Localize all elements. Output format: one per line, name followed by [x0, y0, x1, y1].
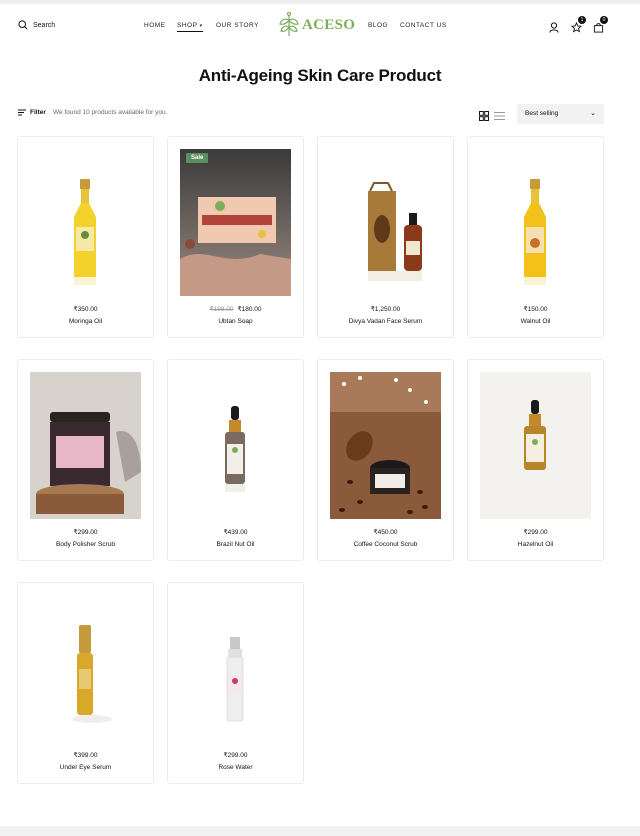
product-card-walnut-oil[interactable]: ₹150.00 Walnut Oil: [467, 136, 604, 338]
nav-blog[interactable]: BLOG: [368, 22, 388, 29]
cart-button[interactable]: 0: [593, 16, 608, 38]
sort-select[interactable]: Best selling ⌄: [517, 104, 604, 124]
price-old: ₹198.00: [209, 306, 234, 313]
leaf-logo-icon: [279, 12, 299, 37]
product-name: Rose Water: [218, 764, 253, 771]
account-button[interactable]: [549, 20, 559, 38]
sort-selected-label: Best selling: [525, 110, 559, 117]
oil-bottle-image: [30, 149, 141, 296]
bottom-strip: [0, 826, 640, 836]
product-price: ₹198.00 ₹180.00: [168, 305, 303, 313]
site-header: Search HOME SHOP ▾ OUR STORY ACESO BLOG …: [0, 8, 640, 44]
product-card-rose-water[interactable]: ₹299.00 Rose Water: [167, 582, 304, 784]
product-card-body-polisher-scrub[interactable]: ₹299.00 Body Polisher Scrub: [17, 359, 154, 561]
product-card-hazelnut-oil[interactable]: ₹299.00 Hazelnut Oil: [467, 359, 604, 561]
price-current: ₹450.00: [373, 529, 398, 536]
logo-text: ACESO: [302, 16, 356, 33]
search-icon: [18, 20, 28, 30]
product-name: Walnut Oil: [520, 318, 551, 325]
page-title: Anti-Ageing Skin Care Product: [198, 66, 442, 85]
logo[interactable]: ACESO: [278, 12, 355, 38]
spray-bottle-image: [180, 595, 291, 742]
wishlist-count-badge: 1: [578, 16, 586, 24]
top-strip: [0, 0, 640, 4]
nav-shop[interactable]: SHOP ▾: [177, 22, 203, 32]
product-name: Brazil Nut Oil: [216, 541, 255, 548]
price-current: ₹439.00: [223, 529, 248, 536]
product-name: Ubtan Soap: [218, 318, 253, 325]
price-current: ₹299.00: [523, 529, 548, 536]
chevron-down-icon: ▾: [199, 23, 203, 29]
product-price: ₹439.00: [168, 528, 303, 536]
listing-toolbar: Filter We found 10 products available fo…: [18, 104, 604, 124]
dropper-bottle-image: [180, 372, 291, 519]
product-price: ₹450.00: [318, 528, 453, 536]
product-image: [30, 149, 141, 296]
product-name: Divya Vadan Face Serum: [348, 318, 423, 325]
product-price: ₹350.00: [18, 305, 153, 313]
product-card-coffee-coconut-scrub[interactable]: ₹450.00 Coffee Coconut Scrub: [317, 359, 454, 561]
price-current: ₹1,250.00: [370, 306, 401, 313]
product-name: Body Polisher Scrub: [56, 541, 115, 548]
product-price: ₹299.00: [168, 751, 303, 759]
product-card-moringa-oil[interactable]: ₹350.00 Moringa Oil: [17, 136, 154, 338]
list-icon: [494, 112, 505, 120]
nav-contact-us[interactable]: CONTACT US: [400, 22, 447, 29]
scrub-jar-photo-image: [30, 372, 141, 519]
product-name: Hazelnut Oil: [517, 541, 554, 548]
product-price: ₹399.00: [18, 751, 153, 759]
price-current: ₹299.00: [223, 752, 248, 759]
product-price: ₹1,250.00: [318, 305, 453, 313]
product-card-divya-vadan-face-serum[interactable]: ₹1,250.00 Divya Vadan Face Serum: [317, 136, 454, 338]
product-image: [30, 372, 141, 519]
price-current: ₹180.00: [237, 306, 262, 313]
product-price: ₹299.00: [18, 528, 153, 536]
product-name: Under Eye Serum: [59, 764, 112, 771]
sale-badge: Sale: [186, 153, 209, 163]
product-card-under-eye-serum[interactable]: ₹399.00 Under Eye Serum: [17, 582, 154, 784]
product-price: ₹299.00: [468, 528, 603, 536]
list-view-button[interactable]: [494, 108, 505, 126]
chevron-down-icon: ⌄: [590, 110, 596, 117]
product-price: ₹150.00: [468, 305, 603, 313]
nav-home[interactable]: HOME: [144, 22, 166, 29]
price-current: ₹299.00: [73, 529, 98, 536]
search-button[interactable]: Search: [18, 20, 55, 30]
product-count-text: We found 10 products available for you.: [53, 109, 168, 116]
soap-photo-image: [180, 149, 291, 296]
product-image: [480, 149, 591, 296]
filter-button[interactable]: Filter: [18, 109, 46, 116]
dropper-bottle-image: [480, 372, 591, 519]
nav-shop-label: SHOP: [177, 22, 198, 29]
product-image: [330, 372, 441, 519]
nav-our-story[interactable]: OUR STORY: [216, 22, 259, 29]
product-image: [30, 595, 141, 742]
price-current: ₹350.00: [73, 306, 98, 313]
filter-label: Filter: [30, 109, 46, 116]
oil-bottle-image: [480, 149, 591, 296]
coffee-scrub-photo-image: [330, 372, 441, 519]
user-icon: [549, 22, 559, 33]
product-image: [180, 595, 291, 742]
product-image: [480, 372, 591, 519]
product-name: Moringa Oil: [68, 318, 103, 325]
roll-on-bottle-image: [30, 595, 141, 742]
grid-view-button[interactable]: [479, 108, 489, 126]
product-image: [330, 149, 441, 296]
product-image: Sale: [180, 149, 291, 296]
product-image: [180, 372, 291, 519]
price-current: ₹150.00: [523, 306, 548, 313]
product-card-brazil-nut-oil[interactable]: ₹439.00 Brazil Nut Oil: [167, 359, 304, 561]
product-name: Coffee Coconut Scrub: [353, 541, 418, 548]
search-label: Search: [33, 21, 56, 29]
price-current: ₹399.00: [73, 752, 98, 759]
grid-icon: [479, 111, 489, 121]
wishlist-button[interactable]: 1: [570, 16, 586, 38]
product-card-ubtan-soap[interactable]: Sale ₹198.00 ₹180.00 Ubtan Soap: [167, 136, 304, 338]
filter-icon: [18, 109, 26, 116]
serum-box-image: [330, 149, 441, 296]
cart-count-badge: 0: [600, 16, 608, 24]
